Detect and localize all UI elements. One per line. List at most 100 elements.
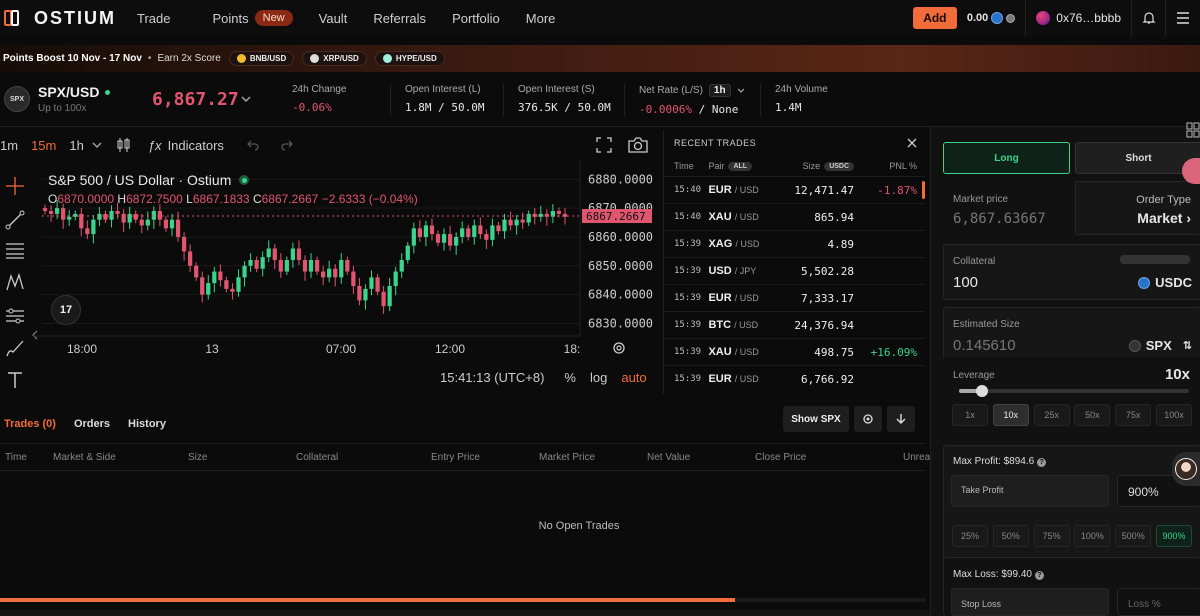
recent-trade-row[interactable]: 15:39 EUR / USD 7,333.17 xyxy=(664,284,925,311)
stop-loss-percent-input[interactable]: Loss % xyxy=(1117,588,1200,616)
take-profit-option[interactable]: 900% xyxy=(1156,525,1192,547)
help-icon[interactable]: ? xyxy=(1034,571,1044,580)
settings-gear-icon[interactable] xyxy=(612,341,626,355)
leverage-option[interactable]: 100x xyxy=(1156,404,1192,426)
wallet-button[interactable]: 0x76…bbbb xyxy=(1025,0,1132,36)
recent-trade-row[interactable]: 15:40 EUR / USD 12,471.47 -1.87% xyxy=(664,176,925,203)
candle-body xyxy=(48,211,54,214)
recent-trade-row[interactable]: 15:39 XAG / USD 4.89 xyxy=(664,230,925,257)
chevron-down-icon[interactable] xyxy=(737,88,745,94)
candle-body xyxy=(460,228,465,237)
promo-pill-hype[interactable]: HYPE/USD xyxy=(374,51,445,66)
brush-tool[interactable] xyxy=(3,336,27,360)
camera-icon[interactable] xyxy=(628,137,648,153)
fib-tool[interactable] xyxy=(3,238,27,262)
add-funds-button[interactable]: Add xyxy=(912,7,957,29)
stat-oi-long-value: 1.8M / 50.0M xyxy=(405,101,485,114)
nav-vault[interactable]: Vault xyxy=(319,11,366,26)
nav-portfolio[interactable]: Portfolio xyxy=(452,11,518,26)
collateral-field[interactable]: Collateral 100 USDC xyxy=(943,244,1200,300)
tab-trades[interactable]: Trades (0) xyxy=(4,418,56,430)
take-profit-input[interactable]: Take Profit xyxy=(951,475,1109,507)
trendline-tool[interactable] xyxy=(3,208,27,232)
recent-trade-row[interactable]: 15:39 XAU / USD 498.75 +16.09% xyxy=(664,338,925,365)
fullscreen-icon[interactable] xyxy=(596,137,612,153)
redo-icon[interactable] xyxy=(280,139,294,151)
size-unit-chip[interactable]: USDC xyxy=(824,161,855,171)
leverage-option[interactable]: 50x xyxy=(1074,404,1111,426)
nav-points[interactable]: Points New xyxy=(212,10,310,26)
nav-referrals[interactable]: Referrals xyxy=(373,11,444,26)
leverage-slider-knob[interactable] xyxy=(976,385,988,397)
tab-history[interactable]: History xyxy=(128,418,166,430)
indicators-button[interactable]: Indicators xyxy=(168,138,224,153)
leverage-option[interactable]: 75x xyxy=(1115,404,1152,426)
trade-base: BTC xyxy=(708,319,732,331)
swap-icon[interactable]: ⇅ xyxy=(1183,339,1192,352)
interval-1h[interactable]: 1h xyxy=(69,138,83,153)
chevron-down-icon[interactable] xyxy=(92,142,102,149)
nav-trade[interactable]: Trade xyxy=(137,11,188,26)
leverage-option[interactable]: 10x xyxy=(992,404,1029,426)
tradingview-logo-icon[interactable]: 17 xyxy=(51,295,81,325)
pattern-tool[interactable] xyxy=(3,270,27,294)
page-scroll-progress[interactable] xyxy=(0,598,925,602)
recent-trade-row[interactable]: 15:39 EUR / USD 6,766.92 xyxy=(664,365,925,392)
leverage-slider[interactable] xyxy=(959,385,1189,397)
leverage-option[interactable]: 1x xyxy=(952,404,988,426)
prediction-tool[interactable] xyxy=(3,304,27,328)
pair-filter-chip[interactable]: ALL xyxy=(728,161,753,171)
stop-loss-input[interactable]: Stop Loss xyxy=(951,588,1109,616)
estimated-size-label: Estimated Size xyxy=(953,319,1020,330)
promo-pill-xrp[interactable]: XRP/USD xyxy=(302,51,367,66)
support-avatar-button[interactable] xyxy=(1172,452,1200,486)
recent-trade-row[interactable]: 15:39 USD / JPY 5,502.28 xyxy=(664,257,925,284)
usdc-icon xyxy=(1138,276,1151,289)
menu-button[interactable] xyxy=(1166,0,1200,36)
undo-icon[interactable] xyxy=(246,139,260,151)
trade-size: 5,502.28 xyxy=(801,264,855,278)
download-button[interactable] xyxy=(887,406,915,432)
candle-body xyxy=(466,228,471,237)
leverage-option[interactable]: 25x xyxy=(1033,404,1070,426)
close-icon[interactable] xyxy=(907,138,917,148)
percent-scale-toggle[interactable]: % xyxy=(564,370,576,385)
estimated-size-field[interactable]: Estimated Size 0.145610 SPX ⇅ xyxy=(943,307,1200,363)
chevron-down-icon[interactable] xyxy=(240,95,252,103)
new-badge: New xyxy=(254,10,293,26)
candle-body xyxy=(254,260,259,269)
take-profit-option[interactable]: 100% xyxy=(1074,525,1111,547)
layout-grid-icon[interactable] xyxy=(1186,122,1200,138)
notifications-button[interactable] xyxy=(1132,0,1166,36)
take-profit-option[interactable]: 25% xyxy=(952,525,988,547)
log-scale-toggle[interactable]: log xyxy=(590,370,607,385)
interval-1m[interactable]: 1m xyxy=(0,138,18,153)
tab-orders[interactable]: Orders xyxy=(74,418,110,430)
interval-15m[interactable]: 15m xyxy=(31,138,56,153)
candles-icon[interactable] xyxy=(116,137,132,153)
recent-trade-row[interactable]: 15:40 XAU / USD 865.94 xyxy=(664,203,925,230)
show-spx-button[interactable]: Show SPX xyxy=(783,406,849,432)
help-icon[interactable]: ? xyxy=(1037,458,1047,467)
trade-base: EUR xyxy=(708,292,732,304)
take-profit-option[interactable]: 500% xyxy=(1115,525,1152,547)
promo-bar: Points Boost 10 Nov - 17 Nov • Earn 2x S… xyxy=(0,45,1200,72)
long-button[interactable]: Long xyxy=(943,142,1070,174)
promo-pill-bnb[interactable]: BNB/USD xyxy=(228,51,295,66)
auto-scale-toggle[interactable]: auto xyxy=(621,370,646,385)
positions-settings-button[interactable] xyxy=(854,406,882,432)
trade-base: XAU xyxy=(708,211,732,223)
net-rate-timeframe-select[interactable]: 1h xyxy=(708,84,731,97)
recent-trades-scrollbar[interactable] xyxy=(922,181,925,199)
order-type-select[interactable]: Order Type Market › xyxy=(1075,181,1200,235)
text-tool[interactable] xyxy=(3,368,27,392)
take-profit-option[interactable]: 50% xyxy=(992,525,1029,547)
y-tick-label: 6840.0000 xyxy=(588,288,653,302)
nav-more[interactable]: More xyxy=(526,11,574,26)
pair-selector[interactable]: SPX/USD Up to 100x xyxy=(38,84,138,114)
recent-trade-row[interactable]: 15:39 BTC / USD 24,376.94 xyxy=(664,311,925,338)
take-profit-option[interactable]: 75% xyxy=(1033,525,1070,547)
logo[interactable]: OSTIUM xyxy=(4,8,132,29)
trade-time: 15:39 xyxy=(674,347,702,357)
crosshair-tool[interactable] xyxy=(3,174,27,198)
